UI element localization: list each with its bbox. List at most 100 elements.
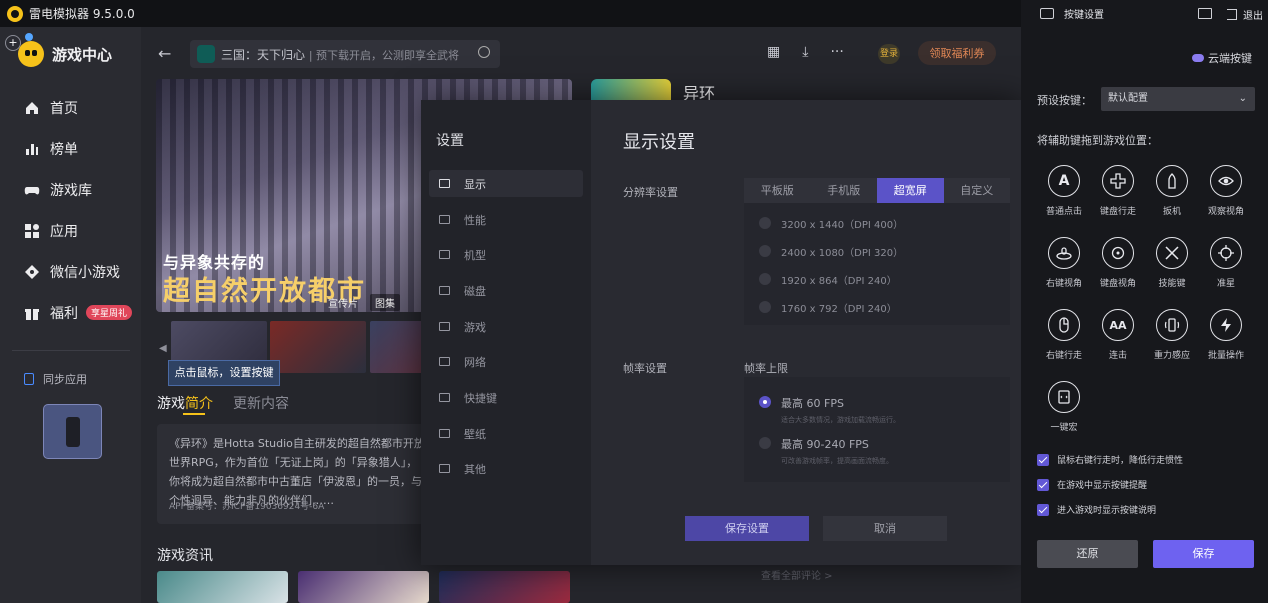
more-icon[interactable]: ··· xyxy=(830,44,843,60)
game-thumbnail-icon xyxy=(197,45,215,63)
news-card[interactable] xyxy=(157,571,288,603)
checkbox[interactable] xyxy=(1037,478,1049,491)
gamepad-icon xyxy=(24,182,40,198)
cloud-keys-button[interactable]: 云端按键 xyxy=(1192,50,1252,66)
option-reduce-inertia[interactable]: 鼠标右键行走时，降低行走惯性 xyxy=(1037,453,1183,466)
download-icon[interactable]: ⤓ xyxy=(802,44,808,60)
key-right-click-view[interactable]: 右键视角 xyxy=(1037,237,1091,289)
preset-select[interactable]: 默认配置 ⌄ xyxy=(1101,87,1255,111)
sidebar-item-apps[interactable]: 应用 xyxy=(0,210,141,251)
sidebar-item-welfare[interactable]: 福利 享星周礼 xyxy=(0,292,141,333)
resolution-options: 3200 x 1440（DPI 400） 2400 x 1080（DPI 320… xyxy=(744,203,1010,325)
key-panel-title: 按键设置 xyxy=(1064,10,1104,21)
key-observe-view[interactable]: 观察视角 xyxy=(1199,165,1253,217)
key-combo[interactable]: AA 连击 xyxy=(1091,309,1145,361)
settings-nav-disk[interactable]: 磁盘 xyxy=(429,277,583,304)
keyboard-icon xyxy=(439,393,450,402)
gallery-tag[interactable]: 图集 xyxy=(370,294,400,311)
news-card[interactable] xyxy=(298,571,429,603)
key-normal-click[interactable]: A 普通点击 xyxy=(1037,165,1091,217)
view-all-link[interactable]: 查看全部评论 > xyxy=(761,567,833,582)
sync-apps-label: 同步应用 xyxy=(43,373,87,386)
save-button[interactable]: 保存 xyxy=(1153,540,1254,568)
sidebar-item-rankings[interactable]: 榜单 xyxy=(0,128,141,169)
key-skill[interactable]: 技能键 xyxy=(1145,237,1199,289)
calendar-icon[interactable]: ▦ xyxy=(767,44,780,60)
key-trigger[interactable]: 扳机 xyxy=(1145,165,1199,217)
radio-button[interactable] xyxy=(759,217,771,229)
sidebar-item-home[interactable]: 首页 xyxy=(0,87,141,128)
sidebar-item-library[interactable]: 游戏库 xyxy=(0,169,141,210)
eye-icon xyxy=(1210,165,1242,197)
settings-nav-wallpaper[interactable]: 壁纸 xyxy=(429,420,583,447)
radio-button[interactable] xyxy=(759,396,771,408)
exit-button[interactable]: 退出 xyxy=(1227,7,1263,22)
content-tabs: 游戏简介 更新内容 xyxy=(157,393,289,413)
synced-app-tile[interactable] xyxy=(43,404,102,459)
login-button[interactable]: 登录 xyxy=(878,44,900,64)
settings-nav-model[interactable]: 机型 xyxy=(429,241,583,268)
save-settings-button[interactable]: 保存设置 xyxy=(685,516,809,541)
key-mapping-panel: 按键设置 退出 云端按键 预设按键： 默认配置 ⌄ 将辅助键拖到游戏位置： A … xyxy=(1021,0,1268,603)
resolution-option[interactable]: 1760 x 792（DPI 240） xyxy=(759,300,897,315)
restore-button[interactable]: 还原 xyxy=(1037,540,1138,568)
radio-button[interactable] xyxy=(759,245,771,257)
game-center-title: 游戏中心 xyxy=(52,45,113,64)
key-gyro[interactable]: 重力感应 xyxy=(1145,309,1199,361)
radio-button[interactable] xyxy=(759,301,771,313)
promo-video-tag[interactable]: 宣传片 xyxy=(328,295,358,310)
radio-button[interactable] xyxy=(759,437,771,449)
cancel-button[interactable]: 取消 xyxy=(823,516,947,541)
resolution-option[interactable]: 1920 x 864（DPI 240） xyxy=(759,272,897,287)
option-show-key-guide[interactable]: 进入游戏时显示按键说明 xyxy=(1037,503,1156,516)
key-keyboard-view[interactable]: 键盘视角 xyxy=(1091,237,1145,289)
option-show-key-hints[interactable]: 在游戏中显示按键提醒 xyxy=(1037,478,1147,491)
game-center-header[interactable]: 游戏中心 xyxy=(18,41,112,67)
settings-nav-other[interactable]: 其他 xyxy=(429,455,583,482)
checkbox[interactable] xyxy=(1037,503,1049,516)
search-input[interactable]: 三国：天下归心 | 预下载开启，公测即享全武将 xyxy=(190,40,500,68)
welfare-badge: 享星周礼 xyxy=(86,305,133,320)
checkbox[interactable] xyxy=(1037,453,1049,466)
tab-intro[interactable]: 游戏简介 xyxy=(157,393,213,413)
notification-dot-icon xyxy=(25,33,33,41)
settings-nav-network[interactable]: 网络 xyxy=(429,348,583,375)
key-batch[interactable]: 批量操作 xyxy=(1199,309,1253,361)
diamond-icon xyxy=(24,264,40,280)
folder-icon[interactable] xyxy=(1198,8,1212,19)
settings-nav-game[interactable]: 游戏 xyxy=(429,313,583,340)
tab-phone[interactable]: 手机版 xyxy=(811,178,878,203)
sidebar-divider xyxy=(12,350,130,351)
tab-underline xyxy=(183,413,205,415)
tab-tablet[interactable]: 平板版 xyxy=(744,178,811,203)
tab-custom[interactable]: 自定义 xyxy=(944,178,1011,203)
key-keyboard-walk[interactable]: 键盘行走 xyxy=(1091,165,1145,217)
settings-nav: 设置 显示 性能 机型 磁盘 游戏 网络 快捷键 壁纸 其他 xyxy=(421,100,591,565)
back-arrow-icon[interactable]: ← xyxy=(158,44,171,63)
search-icon[interactable] xyxy=(478,46,490,58)
resolution-option[interactable]: 2400 x 1080（DPI 320） xyxy=(759,244,903,259)
key-crosshair[interactable]: 准星 xyxy=(1199,237,1253,289)
settings-nav-performance[interactable]: 性能 xyxy=(429,206,583,233)
settings-nav-display[interactable]: 显示 xyxy=(429,170,583,197)
disk-icon xyxy=(439,286,450,295)
gift-icon xyxy=(24,305,40,321)
key-macro[interactable]: 一键宏 xyxy=(1037,381,1091,433)
key-right-click-walk[interactable]: 右键行走 xyxy=(1037,309,1091,361)
grid-icon xyxy=(439,464,450,473)
tab-ultrawide[interactable]: 超宽屏 xyxy=(877,178,944,203)
settings-modal: 设置 显示 性能 机型 磁盘 游戏 网络 快捷键 壁纸 其他 显示设置 分辨率设… xyxy=(421,100,1021,565)
radio-button[interactable] xyxy=(759,273,771,285)
fps-option-high[interactable]: 最高 90-240 FPS 可改善游戏帧率，提高画面流畅度。 xyxy=(759,436,893,466)
sidebar-item-wechat-games[interactable]: 微信小游戏 xyxy=(0,251,141,292)
fps-options: 最高 60 FPS 适合大多数情况，游戏加载流畅运行。 最高 90-240 FPS… xyxy=(744,377,1010,482)
settings-nav-shortcuts[interactable]: 快捷键 xyxy=(429,384,583,411)
news-card[interactable] xyxy=(439,571,570,603)
claim-coupon-button[interactable]: 领取福利券 xyxy=(918,41,996,65)
tab-updates[interactable]: 更新内容 xyxy=(233,393,289,413)
dpad-icon xyxy=(1102,165,1134,197)
sidebar-item-label: 福利 xyxy=(50,305,78,322)
resolution-option[interactable]: 3200 x 1440（DPI 400） xyxy=(759,216,903,231)
fps-option-60[interactable]: 最高 60 FPS 适合大多数情况，游戏加载流畅运行。 xyxy=(759,395,900,425)
thumbnail[interactable] xyxy=(270,321,366,373)
